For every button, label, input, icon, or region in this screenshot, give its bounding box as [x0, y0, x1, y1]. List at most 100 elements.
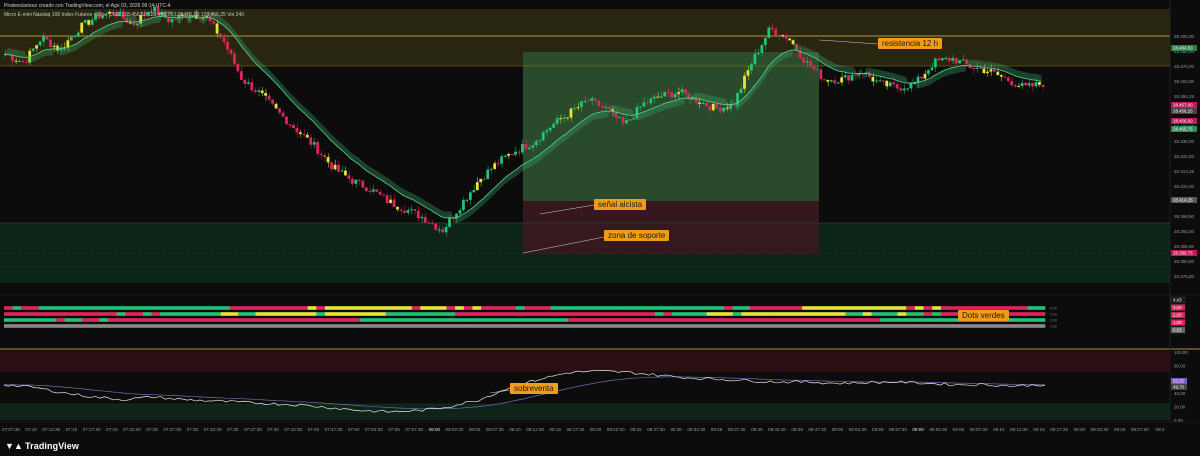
- dot-segment: [932, 306, 942, 310]
- candle-body: [715, 103, 719, 109]
- candle-body: [947, 57, 951, 61]
- candle-body: [663, 91, 667, 97]
- dot-segment: [90, 312, 100, 316]
- time-axis-label: 08:35: [711, 427, 723, 432]
- dot-segment: [12, 312, 22, 316]
- dot-segment: [836, 312, 846, 316]
- dot-segment: [177, 324, 187, 328]
- candle-body: [385, 195, 389, 203]
- dot-segment: [802, 306, 812, 310]
- price-badge-text: 28.484,50: [1173, 46, 1193, 51]
- dot-segment: [186, 318, 196, 322]
- candle-body: [600, 106, 604, 108]
- dot-segment: [541, 318, 551, 322]
- dot-segment: [715, 318, 725, 322]
- annotation-resistencia[interactable]: resistencia 12 h: [878, 38, 943, 49]
- dot-segment: [194, 306, 204, 310]
- candle-body: [954, 57, 958, 64]
- candle-body: [684, 89, 687, 94]
- candle-body: [927, 70, 930, 74]
- symbol-legend[interactable]: Micro E-mini Nasdaq 100 Index Futures · …: [4, 12, 244, 18]
- dot-segment: [56, 318, 66, 322]
- indicator-value-text: 1,00: [1173, 320, 1182, 325]
- dot-segment: [871, 312, 881, 316]
- candle-body: [788, 38, 791, 41]
- dot-segment: [446, 312, 456, 316]
- dot-segment: [203, 306, 213, 310]
- annotation-senal[interactable]: señal alcista: [594, 199, 647, 210]
- dot-segment: [515, 312, 525, 316]
- candle-body: [246, 82, 250, 84]
- time-axis-label: 07:50: [348, 427, 360, 432]
- candle-body: [351, 178, 354, 184]
- annotation-zona[interactable]: zona de soporte: [604, 230, 670, 241]
- time-axis-label: 07:42:30: [284, 427, 302, 432]
- indicator-value-text: 4,43: [1173, 298, 1182, 303]
- dot-segment: [281, 306, 291, 310]
- dot-segment: [845, 312, 855, 316]
- candle-body: [777, 35, 781, 37]
- dot-segment: [1001, 324, 1011, 328]
- dot-segment: [429, 318, 439, 322]
- dot-segment: [845, 306, 855, 310]
- dot-segment: [949, 306, 959, 310]
- candle-body: [892, 82, 896, 85]
- dot-segment: [767, 306, 777, 310]
- dot-segment: [498, 324, 508, 328]
- dot-segment: [671, 324, 681, 328]
- candle-body: [1038, 82, 1041, 85]
- dot-segment: [706, 318, 716, 322]
- dot-segment: [1027, 324, 1037, 328]
- candle-body: [87, 20, 91, 25]
- dot-segment: [38, 306, 48, 310]
- dot-segment: [949, 324, 959, 328]
- dot-segment: [368, 306, 378, 310]
- time-axis-label: 07:17:30: [83, 427, 101, 432]
- time-axis-label: 07:52:30: [365, 427, 383, 432]
- dot-segment: [342, 318, 352, 322]
- stop-loss-box[interactable]: [523, 201, 819, 254]
- dot-segment: [828, 324, 838, 328]
- dot-segment: [342, 312, 352, 316]
- trading-chart[interactable]: 28.490,0028.480,0028.470,0028.462,0028.4…: [0, 0, 1200, 456]
- dot-segment: [229, 312, 239, 316]
- long-position-box[interactable]: [523, 52, 819, 201]
- dot-segment: [671, 306, 681, 310]
- annotation-dots[interactable]: Dots verdes: [958, 310, 1009, 321]
- candle-body: [944, 57, 948, 59]
- time-axis-label: 07:47:30: [325, 427, 343, 432]
- dot-segment: [359, 306, 369, 310]
- candle-body: [500, 156, 503, 164]
- candle-body: [590, 98, 594, 101]
- dot-segment: [403, 324, 413, 328]
- dot-segment: [576, 312, 586, 316]
- candle-body: [344, 170, 347, 176]
- dot-segment: [394, 312, 404, 316]
- dot-segment: [298, 324, 308, 328]
- dot-segment: [897, 312, 907, 316]
- dot-segment: [689, 324, 699, 328]
- price-badge-text: 28.456,00: [1173, 119, 1193, 124]
- time-axis-label: 09:02:30: [929, 427, 947, 432]
- candle-body: [597, 100, 601, 107]
- dot-segment: [975, 324, 985, 328]
- dot-segment: [923, 318, 933, 322]
- price-axis-label: 28.414,25: [1174, 169, 1195, 174]
- dot-segment: [99, 318, 109, 322]
- candle-body: [493, 163, 497, 169]
- dot-segment: [437, 318, 447, 322]
- dot-segment: [585, 306, 595, 310]
- dot-segment: [611, 318, 621, 322]
- dot-segment: [307, 324, 317, 328]
- annotation-sobreventa[interactable]: sobreventa: [510, 383, 558, 394]
- candle-body: [361, 180, 365, 188]
- dot-segment: [1027, 312, 1037, 316]
- dot-segment: [73, 306, 83, 310]
- candle-body: [632, 118, 635, 120]
- candle-body: [475, 182, 479, 191]
- candle-body: [711, 103, 715, 111]
- dot-segment: [680, 318, 690, 322]
- time-axis-label: 07:25: [146, 427, 158, 432]
- time-axis-label: 08:02:30: [446, 427, 464, 432]
- dot-segment: [255, 312, 265, 316]
